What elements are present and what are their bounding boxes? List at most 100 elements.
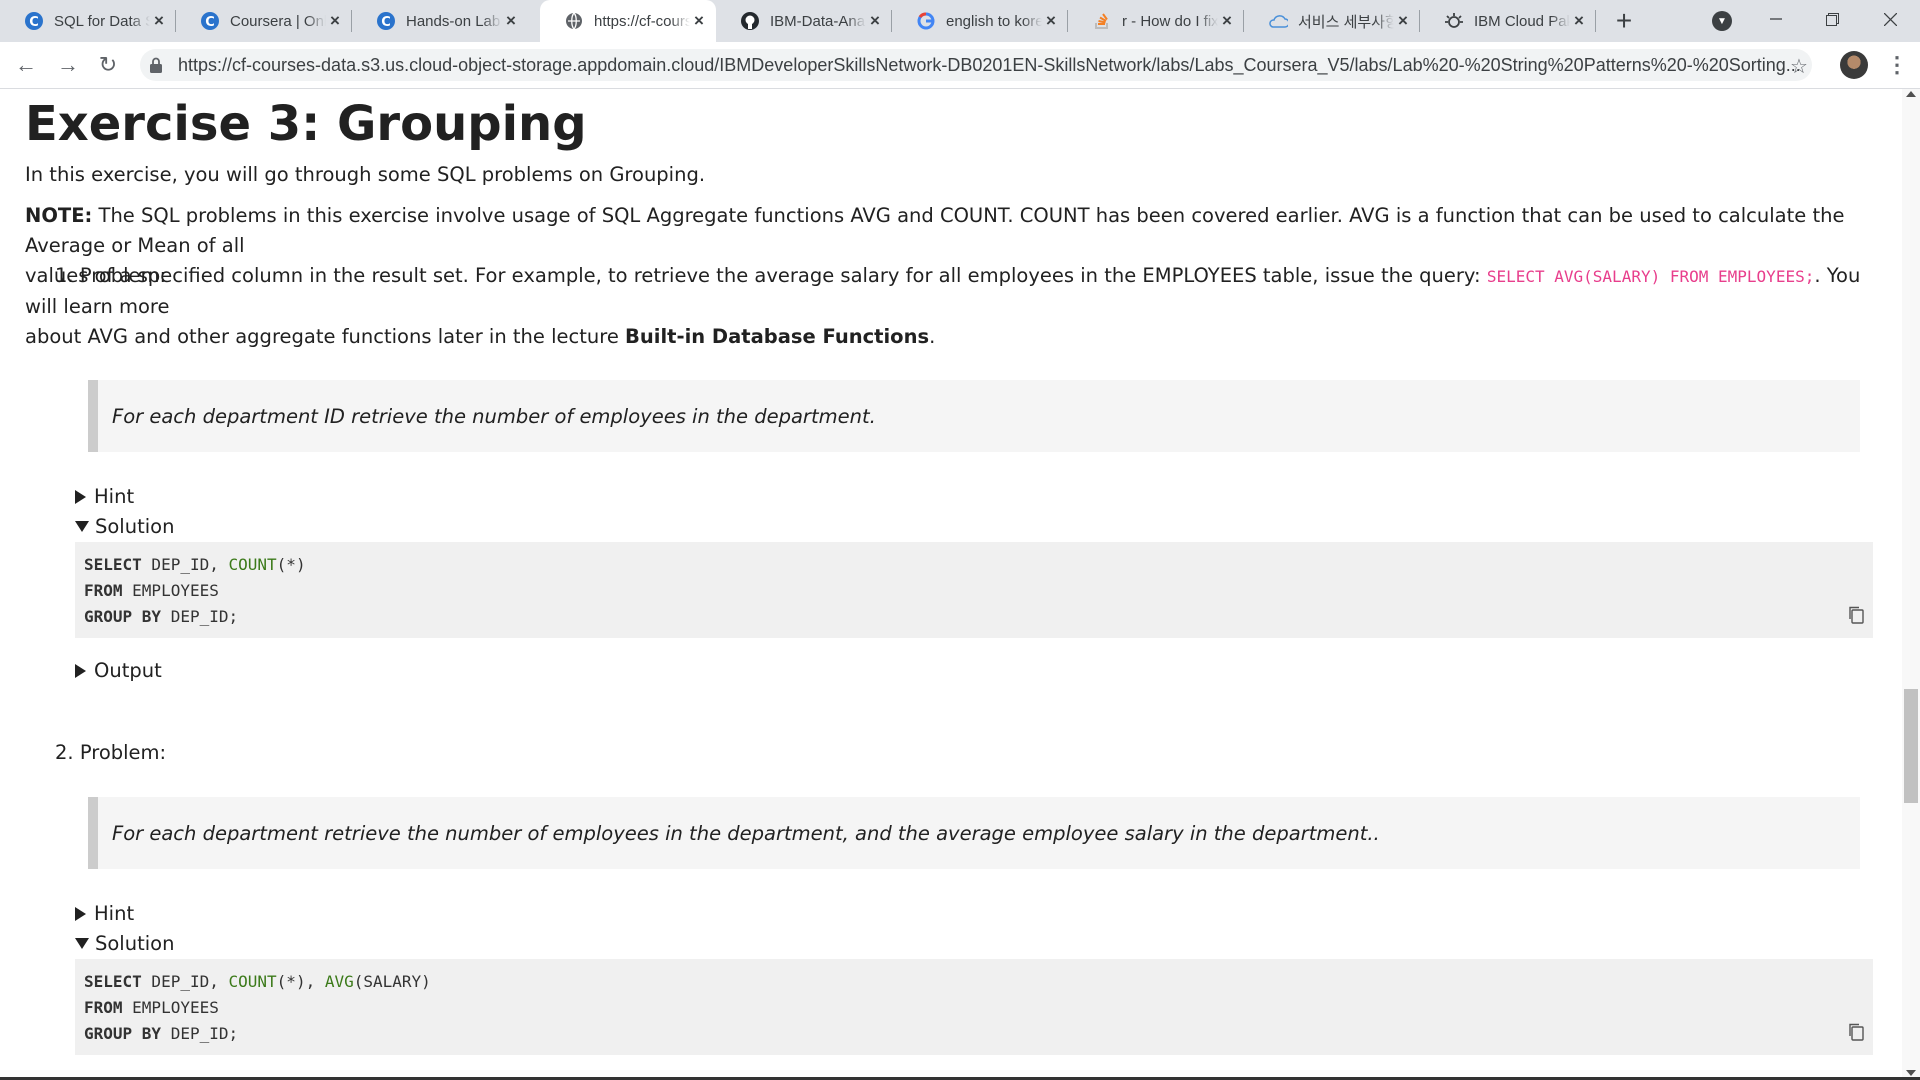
new-tab-button[interactable]: + (1610, 7, 1638, 36)
tab-sql-for-data[interactable]: C SQL for Data Science × (0, 0, 176, 42)
scroll-down-arrow-icon[interactable] (1906, 1070, 1916, 1076)
coursera-icon: C (200, 11, 220, 31)
sql-text: (*), (276, 972, 325, 991)
output-toggle-1[interactable]: Output (75, 659, 162, 682)
avatar[interactable] (1840, 51, 1868, 79)
triangle-right-icon (75, 489, 86, 504)
copy-icon[interactable] (1848, 606, 1864, 624)
coursera-icon: C (376, 11, 396, 31)
sql-text: DEP_ID, (141, 555, 229, 574)
lock-icon[interactable] (150, 57, 162, 73)
browser-menu-icon[interactable]: ⋮ (1886, 52, 1908, 78)
sql-function: AVG (324, 972, 354, 991)
code-line: SELECT DEP_ID, COUNT(*) (84, 552, 1873, 578)
solution-toggle-2[interactable]: Solution (75, 932, 174, 955)
sql-keyword: SELECT (84, 555, 142, 574)
problem-1-heading: 1. Problem: (55, 264, 166, 287)
sql-text: DEP_ID; (161, 607, 239, 626)
url-text[interactable]: https://cf-courses-data.s3.us.cloud-obje… (178, 55, 1812, 76)
note-text: values of a specified column in the resu… (25, 264, 1487, 287)
stackoverflow-icon (1092, 11, 1112, 31)
hint-label: Hint (94, 485, 135, 508)
tab-korean-service[interactable]: 서비스 세부사항 × (1244, 0, 1420, 42)
copy-icon[interactable] (1848, 1023, 1864, 1041)
tab-stackoverflow[interactable]: r - How do I fix × (1068, 0, 1244, 42)
note-bold-link: Built-in Database Functions (625, 325, 930, 348)
page-title: Exercise 3: Grouping (25, 96, 587, 152)
problem-1-quote: For each department ID retrieve the numb… (88, 380, 1860, 452)
solution-code-1[interactable]: SELECT DEP_ID, COUNT(*) FROM EMPLOYEES GRO… (75, 542, 1873, 638)
reload-icon[interactable]: ↻ (94, 51, 122, 79)
tab-cf-courses-active[interactable]: https://cf-courses-data × (540, 0, 716, 42)
scrollbar-thumb[interactable] (1904, 689, 1918, 803)
sql-function: COUNT (228, 555, 277, 574)
page-scrollbar[interactable] (1902, 89, 1920, 1080)
restore-icon[interactable] (1804, 0, 1860, 38)
tab-hands-on-lab[interactable]: C Hands-on Lab × (352, 0, 528, 42)
forward-icon[interactable]: → (54, 51, 82, 79)
tab-coursera[interactable]: C Coursera | Online Courses × (176, 0, 352, 42)
triangle-down-icon (75, 938, 89, 949)
svg-text:C: C (205, 15, 215, 30)
close-tab-icon[interactable]: × (1042, 12, 1060, 30)
close-tab-icon[interactable]: × (326, 12, 344, 30)
tab-search-icon[interactable]: ▼ (1712, 11, 1732, 31)
close-tab-icon[interactable]: × (1394, 12, 1412, 30)
problem-label: Problem: (79, 264, 167, 287)
cloud-icon (1268, 11, 1288, 31)
tab-title: english to korean (946, 12, 1042, 30)
close-tab-icon[interactable]: × (690, 12, 708, 30)
inline-code: SELECT AVG(SALARY) FROM EMPLOYEES; (1486, 267, 1815, 286)
triangle-down-icon (75, 521, 89, 532)
tab-google-translate[interactable]: english to korean × (892, 0, 1068, 42)
close-tab-icon[interactable]: × (150, 12, 168, 30)
close-tab-icon[interactable]: × (1570, 12, 1588, 30)
note-text: The SQL problems in this exercise involv… (25, 204, 1845, 257)
google-icon (916, 11, 936, 31)
bookmark-star-icon[interactable]: ☆ (1790, 54, 1808, 79)
sql-text: EMPLOYEES (122, 998, 219, 1017)
tab-title: Coursera | Online Courses (230, 12, 326, 30)
sql-keyword: FROM (84, 998, 123, 1017)
problem-quote-text: For each department retrieve the number … (112, 821, 1380, 845)
solution-label: Solution (95, 515, 175, 538)
solution-toggle-1[interactable]: Solution (75, 515, 174, 538)
sql-text: DEP_ID; (161, 1024, 239, 1043)
tab-github[interactable]: IBM-Data-Analyst × (716, 0, 892, 42)
back-icon[interactable]: ← (12, 51, 40, 79)
problem-2-quote: For each department retrieve the number … (88, 797, 1860, 869)
close-tab-icon[interactable]: × (866, 12, 884, 30)
scroll-up-arrow-icon[interactable] (1906, 91, 1916, 97)
note-text: about AVG and other aggregate functions … (25, 325, 626, 348)
tab-title: IBM Cloud Pak (1474, 12, 1570, 30)
ibm-cloud-icon (1444, 11, 1464, 31)
sql-keyword: FROM (84, 581, 123, 600)
solution-label: Solution (95, 932, 175, 955)
tab-title: Hands-on Lab (406, 12, 501, 30)
close-window-icon[interactable] (1862, 0, 1918, 38)
code-line: SELECT DEP_ID, COUNT(*), AVG(SALARY) (84, 969, 1873, 995)
tab-ibm-cloud[interactable]: IBM Cloud Pak × (1420, 0, 1596, 42)
hint-label: Hint (94, 902, 135, 925)
note-line-2: values of a specified column in the resu… (25, 261, 1875, 322)
minimize-icon[interactable] (1748, 0, 1804, 38)
problem-2-heading: 2. Problem: (55, 741, 166, 764)
tab-title: 서비스 세부사항 (1298, 13, 1394, 31)
note-line-1: NOTE: The SQL problems in this exercise … (25, 201, 1875, 261)
solution-code-2[interactable]: SELECT DEP_ID, COUNT(*), AVG(SALARY) FROM… (75, 959, 1873, 1055)
sql-function: COUNT (228, 972, 277, 991)
address-bar[interactable]: https://cf-courses-data.s3.us.cloud-obje… (140, 49, 1812, 81)
close-tab-icon[interactable]: × (502, 12, 520, 30)
note-text: . (929, 325, 936, 348)
globe-icon (564, 11, 584, 31)
triangle-right-icon (75, 906, 86, 921)
hint-toggle-1[interactable]: Hint (75, 485, 134, 508)
code-line: FROM EMPLOYEES (84, 578, 1873, 604)
hint-toggle-2[interactable]: Hint (75, 902, 134, 925)
svg-text:C: C (29, 15, 39, 30)
tab-title: IBM-Data-Analyst (770, 12, 866, 30)
page-viewport: Exercise 3: Grouping In this exercise, y… (0, 89, 1902, 1080)
sql-text: (SALARY) (353, 972, 431, 991)
close-tab-icon[interactable]: × (1218, 12, 1236, 30)
note-label: NOTE: (25, 204, 93, 227)
